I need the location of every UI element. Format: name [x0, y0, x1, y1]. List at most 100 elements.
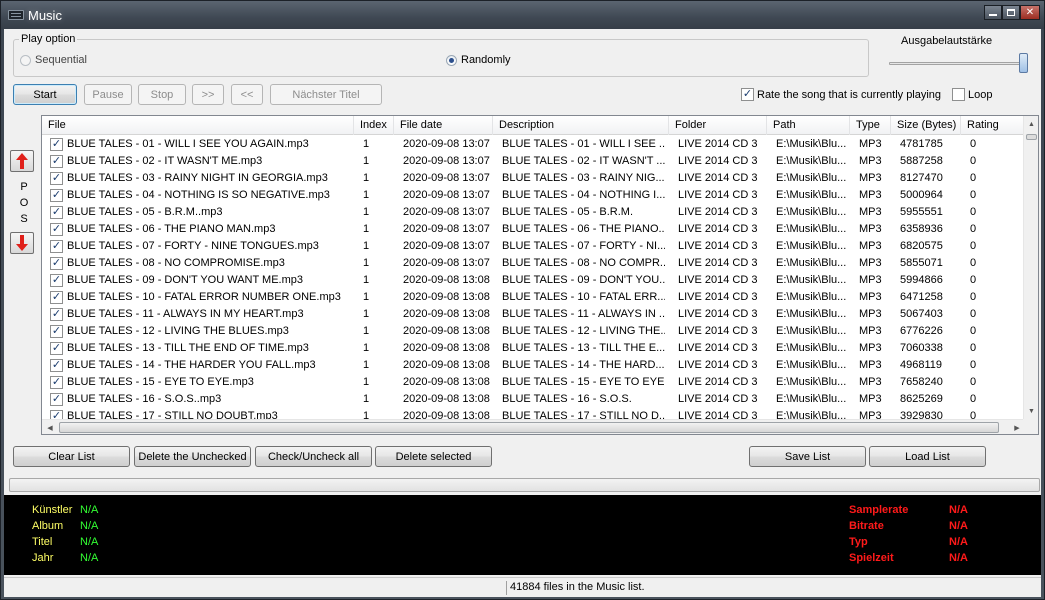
- column-header-file-date[interactable]: File date: [394, 116, 493, 135]
- row-checkbox[interactable]: ✓: [50, 172, 63, 185]
- horizontal-scrollbar[interactable]: ◀ ▶: [42, 419, 1025, 434]
- start-button[interactable]: Start: [13, 84, 77, 105]
- volume-slider-thumb[interactable]: [1019, 53, 1028, 73]
- close-icon: ✕: [1025, 7, 1035, 18]
- close-button[interactable]: ✕: [1020, 5, 1040, 20]
- save-list-button[interactable]: Save List: [749, 446, 866, 467]
- cell-size: 4968119: [900, 359, 943, 371]
- table-row[interactable]: ✓ BLUE TALES - 05 - B.R.M..mp3 1 2020-09-08…: [42, 204, 1025, 221]
- arrow-down-icon: [16, 235, 28, 251]
- table-row[interactable]: ✓ BLUE TALES - 16 - S.O.S..mp3 1 2020-09-08…: [42, 391, 1025, 408]
- cell-folder: LIVE 2014 CD 3: [678, 274, 758, 286]
- table-row[interactable]: ✓ BLUE TALES - 08 - NO COMPROMISE.mp3 1 202…: [42, 255, 1025, 272]
- stop-button[interactable]: Stop: [138, 84, 186, 105]
- table-row[interactable]: ✓ BLUE TALES - 11 - ALWAYS IN MY HEART.mp…: [42, 306, 1025, 323]
- next-title-button[interactable]: Nächster Titel: [270, 84, 382, 105]
- column-header-path[interactable]: Path: [767, 116, 850, 135]
- row-checkbox[interactable]: ✓: [50, 342, 63, 355]
- row-checkbox[interactable]: ✓: [50, 274, 63, 287]
- maximize-button[interactable]: [1002, 5, 1020, 20]
- track-info-panel: Künstler N/A Album N/A Titel N/A Jahr N/…: [4, 495, 1041, 575]
- move-down-button[interactable]: [10, 232, 34, 254]
- cell-path: E:\Musik\Blu...: [776, 257, 847, 269]
- row-checkbox[interactable]: ✓: [50, 240, 63, 253]
- vertical-scroll-thumb[interactable]: [1026, 134, 1037, 140]
- table-row[interactable]: ✓ BLUE TALES - 17 - STILL NO DOUBT.mp3 1 20…: [42, 408, 1025, 419]
- column-header-size[interactable]: Size (Bytes): [891, 116, 961, 135]
- table-row[interactable]: ✓ BLUE TALES - 09 - DON'T YOU WANT ME.mp3…: [42, 272, 1025, 289]
- row-checkbox[interactable]: ✓: [50, 257, 63, 270]
- table-row[interactable]: ✓ BLUE TALES - 03 - RAINY NIGHT IN GEORGI…: [42, 170, 1025, 187]
- scroll-left-icon[interactable]: ◀: [42, 420, 58, 434]
- row-checkbox[interactable]: ✓: [50, 308, 63, 321]
- table-row[interactable]: ✓ BLUE TALES - 04 - NOTHING IS SO NEGATIV…: [42, 187, 1025, 204]
- music-list[interactable]: File Index File date Description Folder …: [41, 115, 1039, 435]
- volume-slider-track[interactable]: [889, 62, 1027, 65]
- type-label: Typ: [849, 536, 868, 548]
- column-header-rating[interactable]: Rating: [961, 116, 1025, 135]
- table-row[interactable]: ✓ BLUE TALES - 10 - FATAL ERROR NUMBER ON…: [42, 289, 1025, 306]
- column-header-index[interactable]: Index: [354, 116, 394, 135]
- cell-folder: LIVE 2014 CD 3: [678, 291, 758, 303]
- loop-checkbox[interactable]: Loop: [952, 88, 992, 101]
- cell-path: E:\Musik\Blu...: [776, 308, 847, 320]
- pos-letter: S: [20, 213, 28, 225]
- table-row[interactable]: ✓ BLUE TALES - 12 - LIVING THE BLUES.mp3 1…: [42, 323, 1025, 340]
- cell-file: BLUE TALES - 09 - DON'T YOU WANT ME.mp3: [67, 274, 304, 286]
- sequential-radio[interactable]: Sequential: [20, 54, 87, 66]
- cell-file-date: 2020-09-08 13:07: [403, 206, 490, 218]
- list-header: File Index File date Description Folder …: [42, 116, 1025, 135]
- pause-button[interactable]: Pause: [84, 84, 132, 105]
- move-up-button[interactable]: [10, 150, 34, 172]
- scroll-up-icon[interactable]: ▲: [1024, 116, 1038, 132]
- row-checkbox[interactable]: ✓: [50, 376, 63, 389]
- table-row[interactable]: ✓ BLUE TALES - 06 - THE PIANO MAN.mp3 1 202…: [42, 221, 1025, 238]
- scroll-down-icon[interactable]: ▼: [1024, 403, 1038, 419]
- load-list-button[interactable]: Load List: [869, 446, 986, 467]
- row-checkbox[interactable]: ✓: [50, 393, 63, 406]
- cell-size: 5955551: [900, 206, 943, 218]
- cell-index: 1: [363, 342, 370, 354]
- row-checkbox[interactable]: ✓: [50, 291, 63, 304]
- table-row[interactable]: ✓ BLUE TALES - 02 - IT WASN'T ME.mp3 1 2020…: [42, 153, 1025, 170]
- clear-list-button[interactable]: Clear List: [13, 446, 130, 467]
- forward-button[interactable]: >>: [192, 84, 224, 105]
- cell-type: MP3: [859, 206, 882, 218]
- table-row[interactable]: ✓ BLUE TALES - 13 - TILL THE END OF TIME.…: [42, 340, 1025, 357]
- column-header-description[interactable]: Description: [493, 116, 669, 135]
- row-checkbox[interactable]: ✓: [50, 206, 63, 219]
- table-row[interactable]: ✓ BLUE TALES - 14 - THE HARDER YOU FALL.m…: [42, 357, 1025, 374]
- row-checkbox[interactable]: ✓: [50, 155, 63, 168]
- row-checkbox[interactable]: ✓: [50, 189, 63, 202]
- table-row[interactable]: ✓ BLUE TALES - 15 - EYE TO EYE.mp3 1 2020-0…: [42, 374, 1025, 391]
- horizontal-scroll-thumb[interactable]: [59, 422, 999, 433]
- column-header-folder[interactable]: Folder: [669, 116, 767, 135]
- delete-unchecked-button[interactable]: Delete the Unchecked: [134, 446, 251, 467]
- row-checkbox[interactable]: ✓: [50, 359, 63, 372]
- back-button[interactable]: <<: [231, 84, 263, 105]
- rate-song-checkbox[interactable]: ✓ Rate the song that is currently playin…: [741, 88, 941, 101]
- table-row[interactable]: ✓ BLUE TALES - 01 - WILL I SEE YOU AGAIN.…: [42, 136, 1025, 153]
- delete-selected-button[interactable]: Delete selected: [375, 446, 492, 467]
- album-value: N/A: [80, 520, 99, 532]
- bitrate-label: Bitrate: [849, 520, 884, 532]
- cell-size: 5887258: [900, 155, 943, 167]
- row-checkbox[interactable]: ✓: [50, 410, 63, 419]
- cell-folder: LIVE 2014 CD 3: [678, 206, 758, 218]
- check-uncheck-all-button[interactable]: Check/Uncheck all: [255, 446, 372, 467]
- column-header-file[interactable]: File: [42, 116, 354, 135]
- cell-type: MP3: [859, 342, 882, 354]
- minimize-button[interactable]: [984, 5, 1002, 20]
- column-header-type[interactable]: Type: [850, 116, 891, 135]
- randomly-radio[interactable]: Randomly: [446, 54, 511, 66]
- vertical-scrollbar[interactable]: ▲ ▼: [1023, 116, 1038, 419]
- arrow-up-icon: [16, 153, 28, 169]
- table-row[interactable]: ✓ BLUE TALES - 07 - FORTY - NINE TONGUES.…: [42, 238, 1025, 255]
- row-checkbox[interactable]: ✓: [50, 325, 63, 338]
- playback-progress-bar[interactable]: [9, 478, 1040, 492]
- row-checkbox[interactable]: ✓: [50, 138, 63, 151]
- title-bar[interactable]: Music ✕: [1, 1, 1044, 29]
- row-checkbox[interactable]: ✓: [50, 223, 63, 236]
- cell-rating: 0: [970, 274, 977, 286]
- cell-index: 1: [363, 376, 370, 388]
